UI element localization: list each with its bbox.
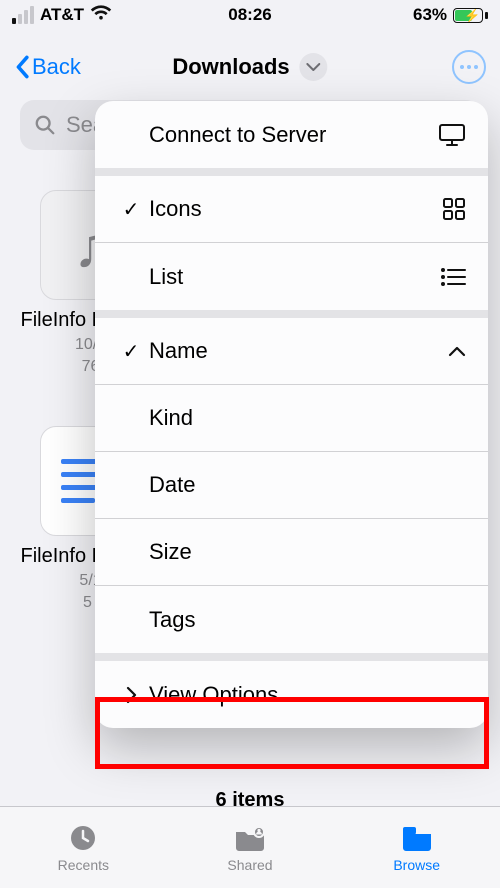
menu-label: Tags bbox=[149, 607, 466, 633]
menu-label: Kind bbox=[149, 405, 466, 431]
chevron-left-icon bbox=[14, 55, 30, 79]
folder-icon bbox=[400, 823, 434, 853]
clock: 08:26 bbox=[228, 5, 271, 25]
wifi-icon bbox=[90, 5, 112, 26]
checkmark-icon: ✓ bbox=[117, 339, 145, 364]
chevron-up-icon bbox=[432, 346, 466, 357]
battery-pct: 63% bbox=[413, 5, 447, 25]
checkmark-icon: ✓ bbox=[117, 197, 145, 222]
ellipsis-icon bbox=[460, 65, 478, 69]
clock-icon bbox=[66, 823, 100, 853]
chevron-down-icon bbox=[307, 63, 321, 72]
shared-folder-icon bbox=[233, 823, 267, 853]
menu-label: Connect to Server bbox=[149, 122, 432, 148]
tab-browse[interactable]: Browse bbox=[333, 807, 500, 888]
menu-label: Icons bbox=[149, 196, 432, 222]
menu-sort-size[interactable]: Size bbox=[95, 519, 488, 586]
back-label: Back bbox=[32, 54, 81, 80]
menu-label: View Options bbox=[149, 682, 466, 708]
search-icon bbox=[34, 114, 56, 136]
menu-label: Name bbox=[149, 338, 432, 364]
back-button[interactable]: Back bbox=[14, 54, 81, 80]
grid-icon bbox=[432, 197, 466, 221]
battery-icon: ⚡ bbox=[453, 8, 488, 23]
tab-label: Browse bbox=[393, 857, 440, 873]
menu-connect-to-server[interactable]: Connect to Server bbox=[95, 101, 488, 168]
menu-sort-kind[interactable]: Kind bbox=[95, 385, 488, 452]
status-bar: AT&T 08:26 63% ⚡ bbox=[0, 0, 500, 30]
more-button[interactable] bbox=[452, 50, 486, 84]
menu-label: Size bbox=[149, 539, 466, 565]
menu-view-options[interactable]: View Options bbox=[95, 661, 488, 728]
menu-sort-date[interactable]: Date bbox=[95, 452, 488, 519]
nav-bar: Back Downloads bbox=[0, 42, 500, 92]
menu-sort-name[interactable]: ✓ Name bbox=[95, 318, 488, 385]
context-menu: Connect to Server ✓ Icons List ✓ Name Ki… bbox=[95, 101, 488, 728]
page-title: Downloads bbox=[172, 53, 327, 81]
menu-view-list[interactable]: List bbox=[95, 243, 488, 310]
list-icon bbox=[432, 267, 466, 287]
title-text: Downloads bbox=[172, 54, 289, 80]
menu-view-icons[interactable]: ✓ Icons bbox=[95, 176, 488, 243]
menu-label: Date bbox=[149, 472, 466, 498]
tab-recents[interactable]: Recents bbox=[0, 807, 167, 888]
title-menu-button[interactable] bbox=[300, 53, 328, 81]
display-icon bbox=[432, 123, 466, 147]
carrier-label: AT&T bbox=[40, 5, 84, 25]
menu-label: List bbox=[149, 264, 432, 290]
chevron-right-icon bbox=[117, 686, 145, 704]
tab-label: Shared bbox=[227, 857, 272, 873]
tab-shared[interactable]: Shared bbox=[167, 807, 334, 888]
tab-bar: Recents Shared Browse bbox=[0, 806, 500, 888]
tab-label: Recents bbox=[58, 857, 109, 873]
menu-sort-tags[interactable]: Tags bbox=[95, 586, 488, 653]
cell-signal-icon bbox=[12, 6, 34, 24]
